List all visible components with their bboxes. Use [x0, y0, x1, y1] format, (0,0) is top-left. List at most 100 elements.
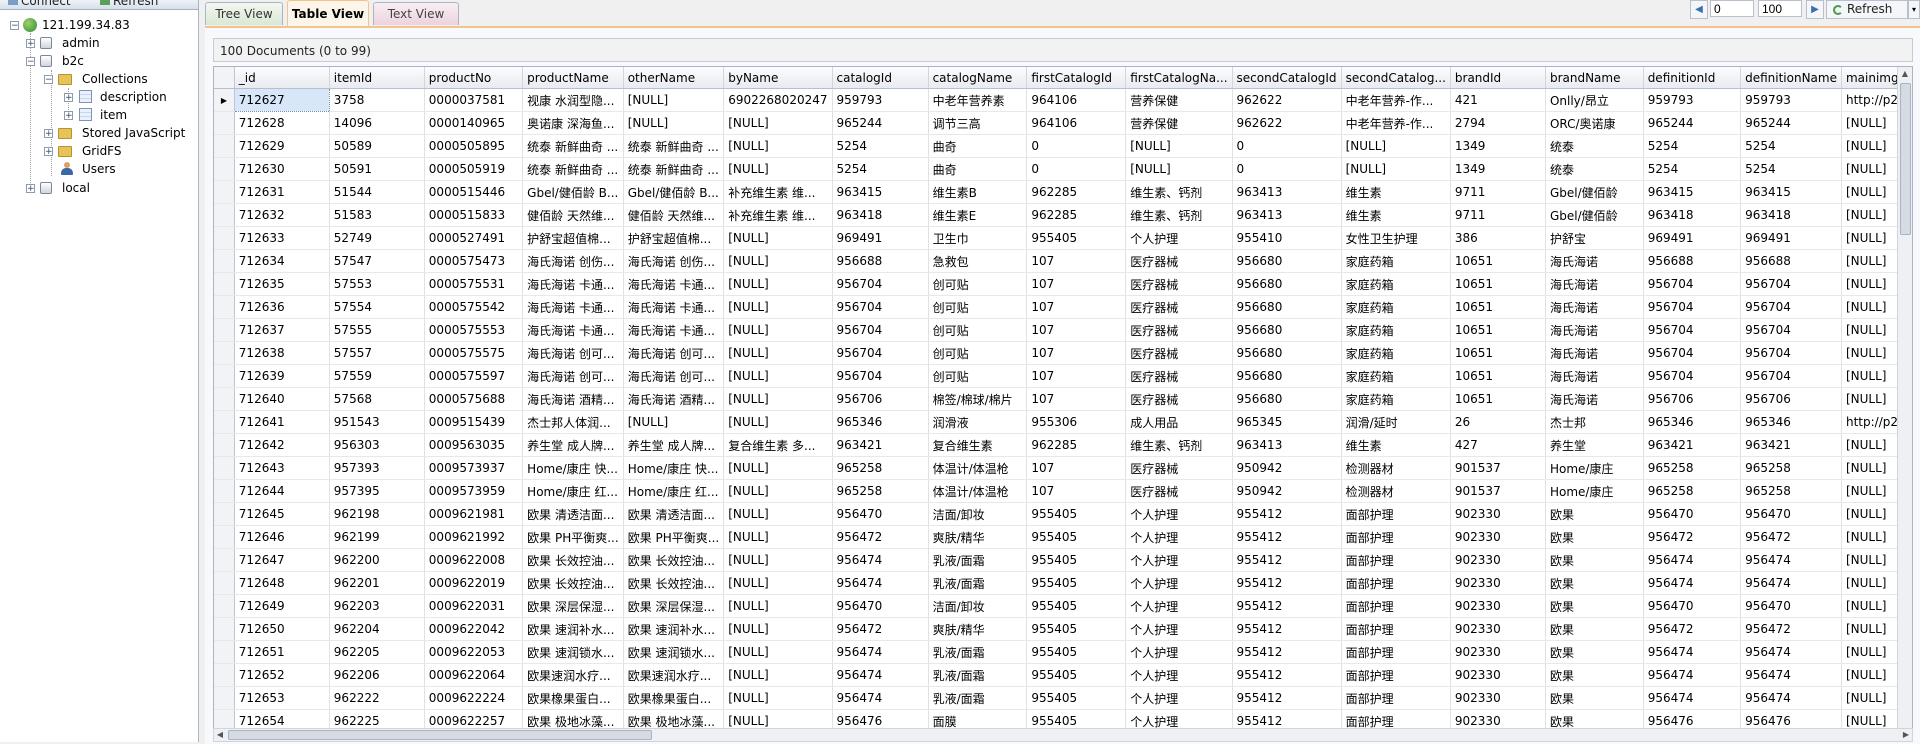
table-cell[interactable]: 50591 [329, 157, 425, 181]
table-cell[interactable]: 洁面/卸妆 [928, 502, 1028, 526]
table-cell[interactable]: 955412 [1232, 686, 1342, 710]
table-cell[interactable]: 962622 [1232, 111, 1342, 135]
table-cell[interactable]: 0009573959 [424, 479, 524, 503]
table-cell[interactable]: Gbel/健佰龄 [1545, 203, 1644, 227]
table-cell[interactable]: [NULL] [623, 111, 725, 135]
table-row[interactable]: 712630 50591 0000505919 统泰 新鲜曲奇 ... 统泰 新鲜曲奇 … [214, 157, 1912, 181]
table-cell[interactable]: 欧果 [1545, 571, 1644, 595]
table-cell[interactable]: 欧果 速润补水... [623, 617, 725, 641]
table-cell[interactable]: 0000575575 [424, 341, 524, 365]
table-cell[interactable]: [NULL] [723, 640, 833, 664]
table-cell[interactable]: 欧果 速润锁水... [623, 640, 725, 664]
table-cell[interactable]: [NULL] [1341, 157, 1451, 181]
table-cell[interactable]: 海氏海诺 卡通... [522, 318, 624, 342]
table-cell[interactable]: [NULL] [723, 295, 833, 319]
table-cell[interactable]: 体温计/体温枪 [928, 456, 1028, 480]
refresh-tree-button[interactable]: Refresh [100, 0, 158, 8]
table-cell[interactable]: 欧果 速润补水... [522, 617, 624, 641]
table-cell[interactable]: 海氏海诺 创可... [623, 364, 725, 388]
table-cell[interactable]: 956474 [1740, 663, 1842, 687]
table-cell[interactable]: 712650 [234, 617, 330, 641]
scroll-right-button[interactable]: ▶ [1900, 729, 1912, 741]
table-cell[interactable]: 902330 [1450, 502, 1546, 526]
row-header[interactable] [214, 203, 235, 227]
table-cell[interactable]: 2794 [1450, 111, 1546, 135]
column-header[interactable]: firstCatalogId [1026, 67, 1127, 89]
row-header[interactable] [214, 479, 235, 503]
table-cell[interactable]: 个人护理 [1125, 502, 1233, 526]
table-cell[interactable]: 712627 [233, 88, 330, 112]
table-cell[interactable]: 医疗器械 [1125, 364, 1233, 388]
table-cell[interactable]: 个人护理 [1125, 617, 1233, 641]
table-cell[interactable]: 965244 [1740, 111, 1842, 135]
table-cell[interactable]: 0 [1026, 134, 1127, 158]
current-row-indicator[interactable]: ▶ [214, 88, 235, 112]
table-cell[interactable]: 海氏海诺 [1545, 387, 1644, 411]
options-dropdown[interactable]: ▾ [1908, 0, 1920, 19]
table-cell[interactable]: 902330 [1450, 640, 1546, 664]
table-cell[interactable]: 润滑/延时 [1341, 410, 1451, 434]
table-cell[interactable]: 712642 [234, 433, 330, 457]
table-cell[interactable]: 海氏海诺 创伤... [623, 249, 725, 273]
table-cell[interactable]: 面部护理 [1341, 686, 1451, 710]
table-cell[interactable]: 个人护理 [1125, 548, 1233, 572]
collapse-icon[interactable]: − [26, 57, 35, 67]
column-header[interactable]: productName [522, 67, 624, 89]
table-cell[interactable]: 0000575542 [424, 295, 524, 319]
table-cell[interactable]: 海氏海诺 卡通... [623, 272, 725, 296]
table-cell[interactable]: 107 [1026, 295, 1127, 319]
table-cell[interactable]: 962203 [329, 594, 425, 618]
table-cell[interactable]: 956470 [1643, 594, 1742, 618]
table-cell[interactable]: 面部护理 [1341, 663, 1451, 687]
table-cell[interactable]: 955412 [1232, 502, 1342, 526]
table-cell[interactable]: 962222 [329, 686, 425, 710]
table-cell[interactable]: 欧果 PH平衡爽... [522, 525, 624, 549]
table-cell[interactable]: 963421 [832, 433, 929, 457]
table-cell[interactable]: 0 [1232, 157, 1342, 181]
table-cell[interactable]: Home/康庄 [1545, 456, 1644, 480]
row-header[interactable] [214, 548, 235, 572]
table-cell[interactable]: 712643 [234, 456, 330, 480]
table-row[interactable]: 712652 962206 0009622064 欧果速润水疗... 欧果速润水疗...… [214, 663, 1912, 687]
table-cell[interactable]: 962285 [1026, 433, 1127, 457]
table-cell[interactable]: 962204 [329, 617, 425, 641]
table-cell[interactable]: 962200 [329, 548, 425, 572]
row-header[interactable] [214, 686, 235, 710]
table-cell[interactable]: 963413 [1232, 180, 1342, 204]
table-cell[interactable]: 0009573937 [424, 456, 524, 480]
table-cell[interactable]: 955412 [1232, 571, 1342, 595]
table-cell[interactable]: 956303 [329, 433, 425, 457]
table-cell[interactable]: 712633 [234, 226, 330, 250]
table-cell[interactable]: 欧果橡果蛋白... [623, 686, 725, 710]
table-cell[interactable]: 维生素 [1341, 180, 1451, 204]
table-cell[interactable]: 902330 [1450, 525, 1546, 549]
table-row[interactable]: 712650 962204 0009622042 欧果 速润补水... 欧果 速润补水.… [214, 617, 1912, 641]
table-cell[interactable]: 963413 [1232, 203, 1342, 227]
table-cell[interactable]: 0000575473 [424, 249, 524, 273]
table-cell[interactable]: 欧果 清透洁面... [623, 502, 725, 526]
table-cell[interactable]: 0009621981 [424, 502, 524, 526]
table-cell[interactable]: 5254 [1643, 157, 1742, 181]
table-cell[interactable]: 欧果 [1545, 548, 1644, 572]
table-cell[interactable]: 956704 [1643, 364, 1742, 388]
column-header[interactable]: itemId [329, 67, 425, 89]
column-header[interactable]: byName [723, 67, 833, 89]
table-cell[interactable]: 10651 [1450, 318, 1546, 342]
table-cell[interactable]: 969491 [1643, 226, 1742, 250]
column-header[interactable]: otherName [623, 67, 725, 89]
table-cell[interactable]: 润滑液 [928, 410, 1028, 434]
table-cell[interactable]: 956680 [1232, 272, 1342, 296]
table-cell[interactable]: [NULL] [1125, 134, 1233, 158]
table-cell[interactable]: 洁面/卸妆 [928, 594, 1028, 618]
table-cell[interactable]: 创可贴 [928, 272, 1028, 296]
table-row[interactable]: 712638 57557 0000575575 海氏海诺 创可... 海氏海诺 创可..… [214, 341, 1912, 365]
table-cell[interactable]: 乳液/面霜 [928, 663, 1028, 687]
table-cell[interactable]: Home/康庄 快... [623, 456, 725, 480]
table-cell[interactable]: 维生素 [1341, 203, 1451, 227]
table-row[interactable]: 712635 57553 0000575531 海氏海诺 卡通... 海氏海诺 卡通..… [214, 272, 1912, 296]
table-cell[interactable]: 965346 [832, 410, 929, 434]
table-cell[interactable]: 0000515446 [424, 180, 524, 204]
table-cell[interactable]: 955405 [1026, 686, 1127, 710]
table-cell[interactable]: 962285 [1026, 180, 1127, 204]
table-row[interactable]: ▶ 712627 3758 0000037581 视康 水润型隐... [NULL] 690… [214, 88, 1912, 112]
